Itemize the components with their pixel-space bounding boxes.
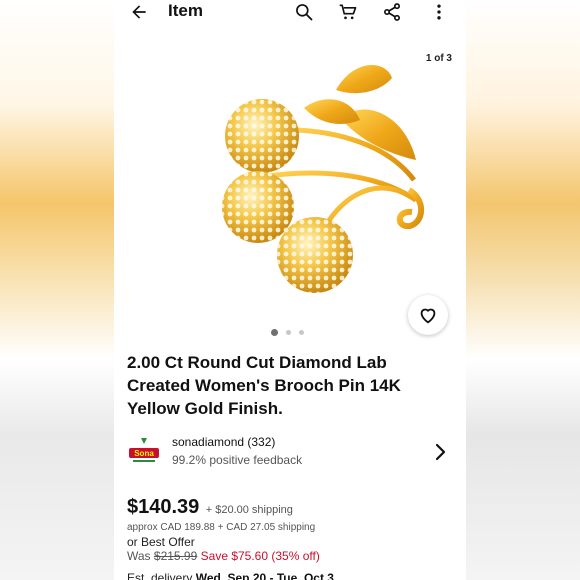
item-screen: Item 1 of 3 2.00 Ct Round Cut Diamond La… — [114, 0, 466, 580]
seller-name: sonadiamond (332) — [172, 435, 276, 449]
original-price: $215.99 — [153, 549, 198, 563]
page-title: Item — [168, 1, 203, 20]
chevron-right-icon — [435, 443, 446, 461]
savings-text: Save $75.60 (35% off) — [200, 549, 320, 563]
estimated-delivery: Est. delivery Wed, Sep 20 - Tue, Oct 3 — [127, 571, 334, 580]
cart-button[interactable] — [335, 0, 361, 24]
share-icon — [384, 3, 400, 21]
more-options-button[interactable] — [426, 0, 452, 24]
approx-price: approx CAD 189.88 + CAD 27.05 shipping — [127, 522, 316, 533]
heart-icon — [420, 308, 436, 324]
seller-feedback: 99.2% positive feedback — [172, 453, 303, 467]
pagination-dot[interactable] — [271, 329, 278, 336]
delivery-label: Est. delivery — [127, 571, 193, 580]
price-row: $140.39 + $20.00 shipping — [127, 496, 293, 519]
product-image[interactable] — [154, 50, 434, 320]
watch-button[interactable] — [408, 295, 448, 335]
pagination-dot[interactable] — [286, 330, 291, 335]
gallery-pagination — [271, 329, 304, 336]
search-button[interactable] — [291, 0, 317, 24]
search-icon — [296, 4, 313, 21]
price: $140.39 — [127, 496, 200, 518]
seller-logo: Sona — [129, 438, 159, 462]
delivery-dates: Wed, Sep 20 - Tue, Oct 3 — [195, 571, 334, 580]
shipping-cost: + $20.00 shipping — [205, 504, 293, 516]
seller-logo-text: Sona — [134, 449, 154, 458]
was-price-row: Was $215.99 Save $75.60 (35% off) — [127, 549, 320, 563]
share-button[interactable] — [379, 0, 405, 24]
back-button[interactable] — [126, 0, 152, 24]
more-vert-icon — [437, 4, 441, 20]
was-label: Was — [127, 549, 151, 563]
product-title: 2.00 Ct Round Cut Diamond Lab Created Wo… — [127, 353, 401, 418]
top-app-bar: Item — [114, 0, 466, 26]
arrow-back-icon — [132, 5, 146, 19]
pagination-dot[interactable] — [299, 330, 304, 335]
background-blur-right — [466, 0, 580, 580]
cart-icon — [339, 4, 357, 20]
best-offer-label: or Best Offer — [127, 535, 195, 549]
background-blur-left — [0, 0, 114, 580]
seller-row[interactable]: Sona sonadiamond (332) 99.2% positive fe… — [127, 432, 453, 472]
